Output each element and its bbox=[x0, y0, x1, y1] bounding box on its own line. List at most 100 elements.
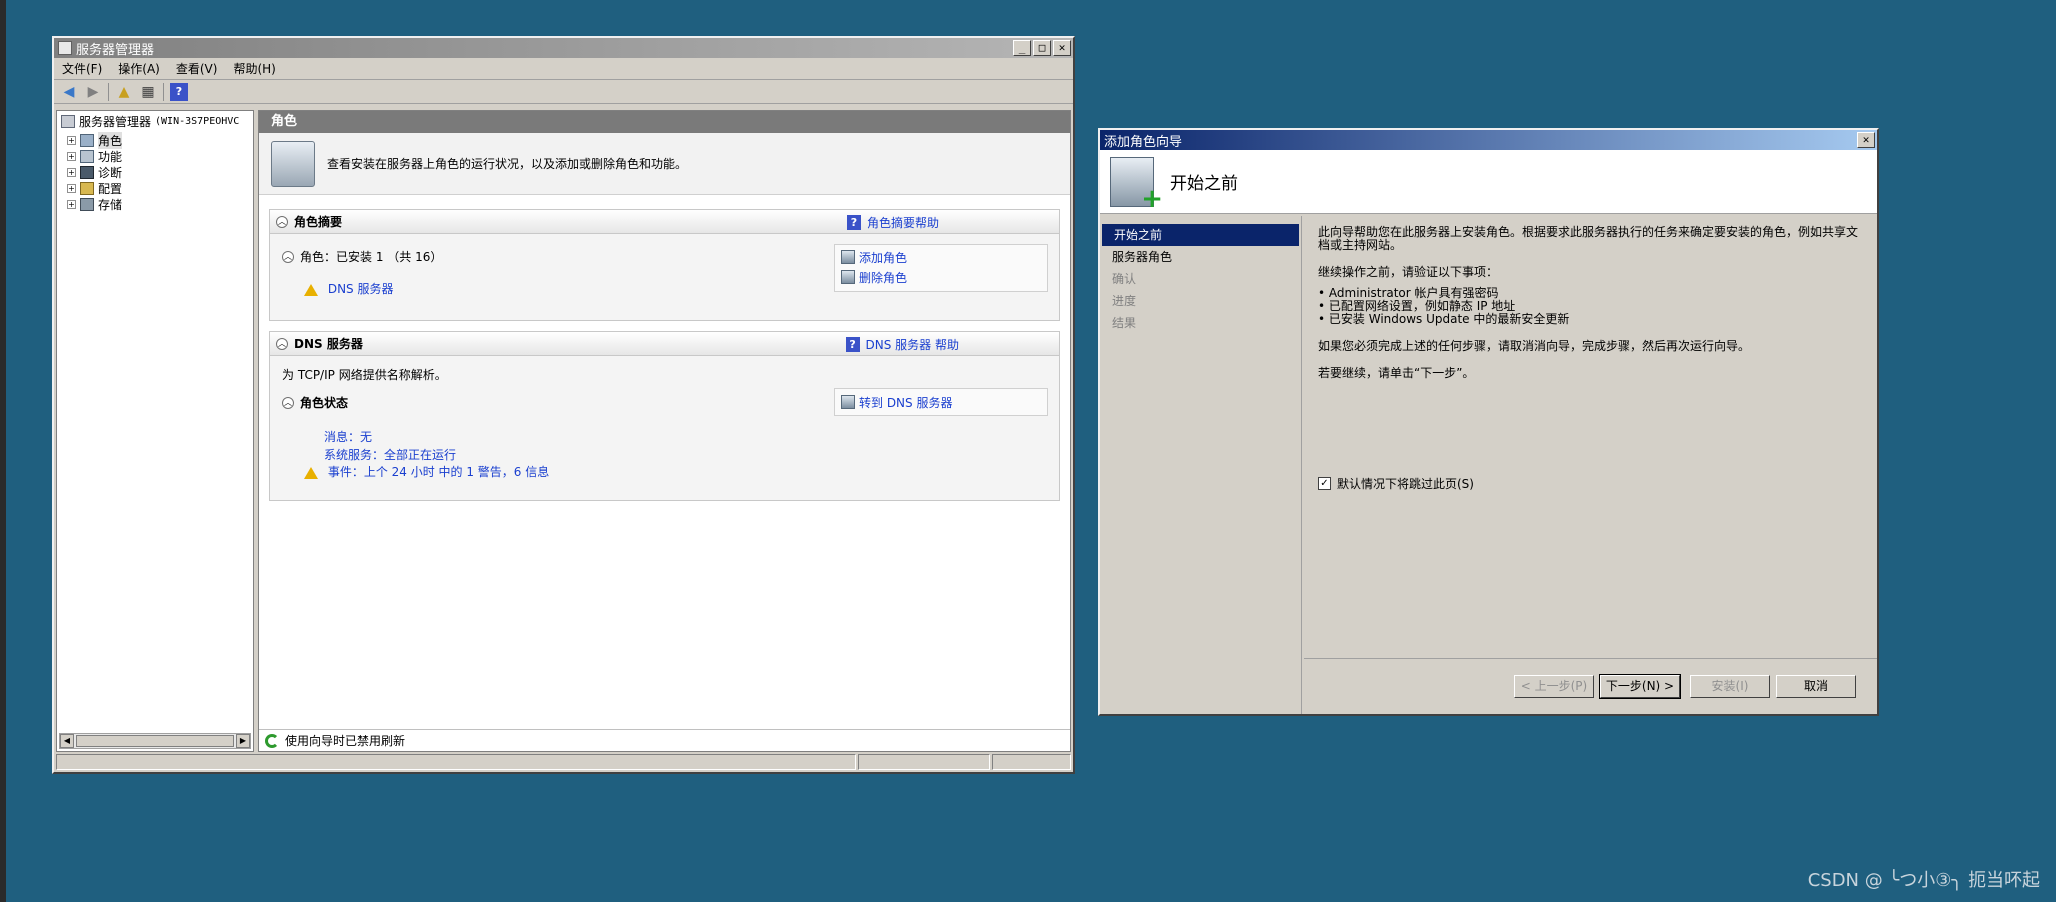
remove-roles-action[interactable]: 删除角色 bbox=[841, 267, 1041, 287]
scroll-thumb[interactable] bbox=[76, 735, 234, 747]
tree-item-configuration[interactable]: + 配置 bbox=[57, 180, 253, 196]
role-item-dns[interactable]: DNS 服务器 bbox=[304, 280, 393, 297]
previous-button[interactable]: < 上一步(P) bbox=[1514, 675, 1594, 698]
section-title: DNS 服务器 bbox=[294, 337, 363, 351]
tree-item-diagnostics[interactable]: + 诊断 bbox=[57, 164, 253, 180]
dns-messages[interactable]: 消息：无 bbox=[324, 428, 372, 445]
roles-summary-help-link[interactable]: ? 角色摘要帮助 bbox=[846, 214, 939, 231]
collapse-icon[interactable]: ︿ bbox=[276, 337, 288, 350]
forward-arrow-icon[interactable]: ▶ bbox=[84, 83, 102, 101]
add-roles-action[interactable]: 添加角色 bbox=[841, 247, 1041, 267]
tree-root[interactable]: 服务器管理器 (WIN-3S7PEOHVC bbox=[57, 111, 253, 132]
tree-item-label: 诊断 bbox=[98, 165, 123, 180]
back-arrow-icon[interactable]: ◀ bbox=[60, 83, 78, 101]
wizard-header: + 开始之前 bbox=[1100, 150, 1877, 214]
tree-item-storage[interactable]: + 存储 bbox=[57, 196, 253, 212]
wizard-content: 此向导帮助您在此服务器上安装角色。根据要求此服务器执行的任务来确定要安装的角色，… bbox=[1304, 216, 1877, 658]
dns-server-section: ︿ DNS 服务器 ? DNS 服务器 帮助 为 TCP/IP 网络提供名称解析… bbox=[269, 331, 1060, 501]
roles-installed-label: 角色：已安装 1 （共 16） bbox=[300, 250, 443, 264]
minimize-button[interactable]: _ bbox=[1013, 40, 1031, 56]
dns-actions-box: 转到 DNS 服务器 bbox=[834, 388, 1048, 416]
tree-root-host: (WIN-3S7PEOHVC bbox=[155, 116, 240, 127]
tree-item-roles[interactable]: + 角色 bbox=[57, 131, 253, 149]
intro-text: 查看安装在服务器上角色的运行状况，以及添加或删除角色和功能。 bbox=[327, 157, 688, 171]
show-hide-tree-icon[interactable]: ▦ bbox=[139, 83, 157, 101]
dns-help-link[interactable]: ? DNS 服务器 帮助 bbox=[845, 336, 959, 353]
server-manager-window: 服务器管理器 _ □ ✕ 文件(F) 操作(A) 查看(V) 帮助(H) ◀ ▶… bbox=[52, 36, 1075, 774]
wizard-heading: 开始之前 bbox=[1170, 174, 1238, 194]
expand-icon[interactable]: + bbox=[67, 151, 76, 161]
menu-file[interactable]: 文件(F) bbox=[62, 60, 102, 77]
window-title: 服务器管理器 bbox=[76, 42, 155, 58]
checklist-item: 已安装 Windows Update 中的最新安全更新 bbox=[1318, 313, 1863, 326]
refresh-icon bbox=[265, 733, 279, 748]
step-results: 结果 bbox=[1112, 316, 1137, 330]
scroll-right-icon[interactable]: ▶ bbox=[236, 734, 250, 748]
dns-services[interactable]: 系统服务：全部正在运行 bbox=[324, 446, 456, 463]
close-button[interactable]: ✕ bbox=[1053, 40, 1071, 56]
dns-server-header[interactable]: ︿ DNS 服务器 ? DNS 服务器 帮助 bbox=[270, 332, 1059, 356]
cancel-button[interactable]: 取消 bbox=[1776, 675, 1856, 698]
skip-page-option[interactable]: ✓ 默认情况下将跳过此页(S) bbox=[1318, 475, 1474, 492]
help-icon[interactable]: ? bbox=[170, 82, 188, 101]
watermark-text: CSDN @ ╰つ小③╮ 扼当吥起 bbox=[1807, 870, 2040, 891]
menu-action[interactable]: 操作(A) bbox=[118, 60, 160, 77]
refresh-status-bar: 使用向导时已禁用刷新 bbox=[259, 729, 1070, 751]
help-icon: ? bbox=[845, 337, 860, 352]
features-icon bbox=[80, 149, 94, 163]
wizard-steps: 开始之前 服务器角色 确认 进度 结果 bbox=[1100, 216, 1302, 714]
role-status-label: 角色状态 bbox=[300, 396, 349, 410]
tree-item-label: 功能 bbox=[98, 149, 123, 164]
help-link-text: DNS 服务器 帮助 bbox=[865, 338, 959, 352]
step-server-roles[interactable]: 服务器角色 bbox=[1100, 246, 1301, 268]
tree-item-label: 配置 bbox=[98, 181, 123, 196]
expand-icon[interactable]: + bbox=[67, 183, 76, 193]
collapse-icon[interactable]: ︿ bbox=[282, 250, 294, 263]
storage-icon bbox=[80, 197, 94, 211]
wizard-close-button[interactable]: ✕ bbox=[1857, 132, 1875, 148]
add-role-icon: + bbox=[1110, 156, 1163, 212]
collapse-icon[interactable]: ︿ bbox=[282, 396, 294, 409]
tree-horizontal-scrollbar[interactable]: ◀ ▶ bbox=[59, 733, 251, 749]
roles-installed-row: ︿ 角色：已安装 1 （共 16） bbox=[282, 248, 442, 265]
role-item-link: DNS 服务器 bbox=[327, 282, 394, 296]
status-cell bbox=[56, 754, 856, 770]
server-roles-icon bbox=[271, 140, 315, 187]
main-pane: 角色 查看安装在服务器上角色的运行状况，以及添加或删除角色和功能。 ︿ 角色摘要… bbox=[258, 110, 1071, 752]
skip-page-checkbox[interactable]: ✓ bbox=[1318, 477, 1331, 490]
wizard-title: 添加角色向导 bbox=[1104, 134, 1183, 150]
refresh-text: 使用向导时已禁用刷新 bbox=[285, 734, 406, 748]
collapse-icon[interactable]: ︿ bbox=[276, 215, 288, 228]
main-intro: 查看安装在服务器上角色的运行状况，以及添加或删除角色和功能。 bbox=[259, 133, 1070, 195]
main-header: 角色 bbox=[259, 111, 1070, 133]
next-button[interactable]: 下一步(N) > bbox=[1599, 674, 1681, 699]
expand-icon[interactable]: + bbox=[67, 199, 76, 209]
menu-help[interactable]: 帮助(H) bbox=[233, 60, 275, 77]
maximize-button[interactable]: □ bbox=[1033, 40, 1051, 56]
toolbar-separator bbox=[108, 82, 109, 101]
tree-item-label: 角色 bbox=[98, 131, 123, 149]
add-roles-link: 添加角色 bbox=[859, 250, 908, 265]
tree-item-features[interactable]: + 功能 bbox=[57, 148, 253, 164]
wizard-titlebar[interactable]: 添加角色向导 ✕ bbox=[1100, 130, 1877, 150]
up-folder-icon[interactable]: ▲ bbox=[115, 83, 133, 101]
goto-dns-icon bbox=[841, 395, 855, 409]
toolbar: ◀ ▶ ▲ ▦ ? bbox=[54, 80, 1073, 104]
scroll-left-icon[interactable]: ◀ bbox=[60, 734, 74, 748]
server-icon bbox=[61, 115, 75, 128]
server-manager-titlebar[interactable]: 服务器管理器 _ □ ✕ bbox=[54, 38, 1073, 58]
warning-icon bbox=[304, 283, 318, 296]
expand-icon[interactable]: + bbox=[67, 135, 76, 145]
goto-dns-action[interactable]: 转到 DNS 服务器 bbox=[841, 393, 1041, 411]
expand-icon[interactable]: + bbox=[67, 167, 76, 177]
role-actions-box: 添加角色 删除角色 bbox=[834, 244, 1048, 292]
install-button[interactable]: 安装(I) bbox=[1690, 675, 1770, 698]
step-before-you-begin[interactable]: 开始之前 bbox=[1102, 224, 1299, 246]
section-title: 角色摘要 bbox=[294, 215, 343, 229]
roles-summary-header[interactable]: ︿ 角色摘要 ? 角色摘要帮助 bbox=[270, 210, 1059, 234]
skip-page-label: 默认情况下将跳过此页(S) bbox=[1337, 477, 1474, 491]
configuration-icon bbox=[80, 181, 94, 195]
dns-events-row[interactable]: 事件：上个 24 小时 中的 1 警告，6 信息 bbox=[304, 463, 549, 480]
left-edge-strip bbox=[0, 0, 6, 902]
menu-view[interactable]: 查看(V) bbox=[176, 60, 218, 77]
